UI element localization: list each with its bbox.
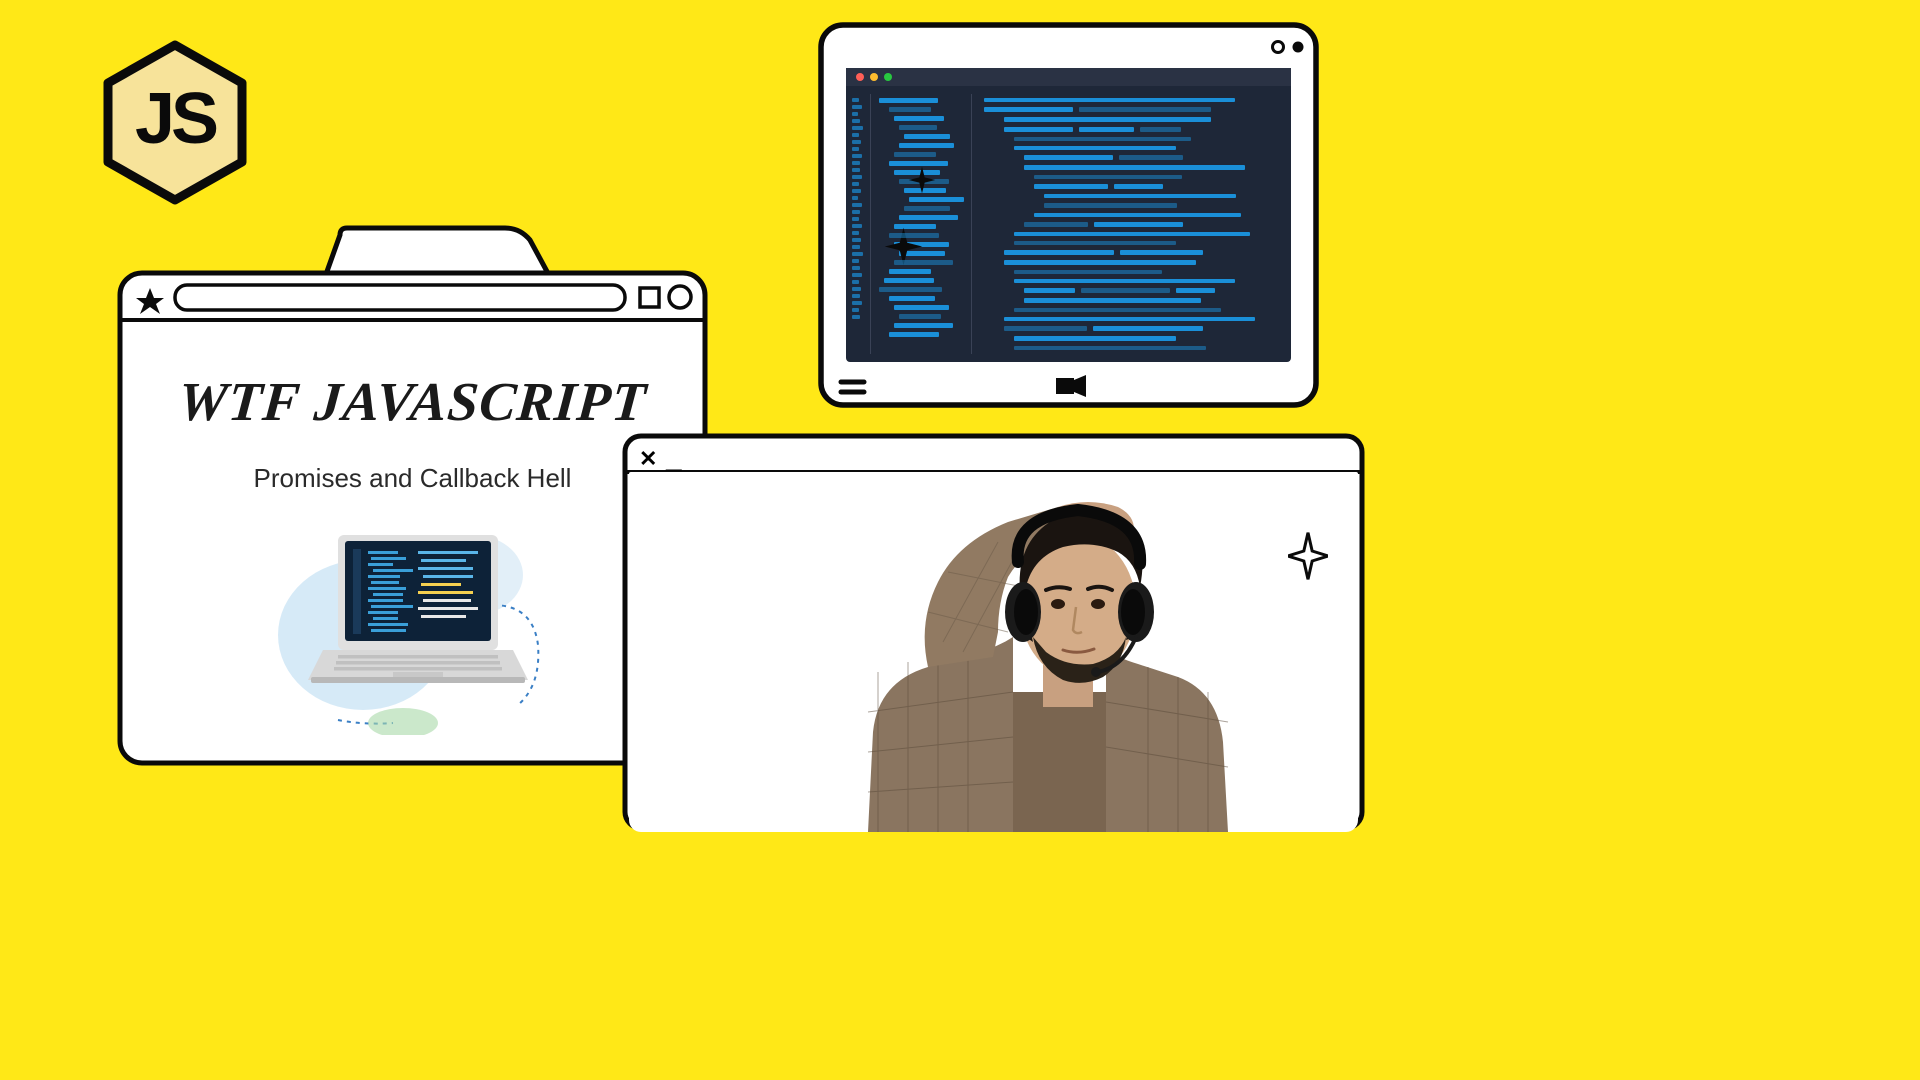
minimize-icon: _ [666,442,682,474]
subtitle: Promises and Callback Hell [145,463,680,494]
code-editor-screen [846,68,1291,362]
traffic-light-red [856,73,864,81]
traffic-light-green [884,73,892,81]
js-logo-text: JS [135,77,215,159]
traffic-light-yellow [870,73,878,81]
main-title: WTF JAVASCRIPT [142,370,683,433]
presenter-photo [798,492,1298,832]
js-logo: JS [100,40,255,210]
browser-window-person: ✕ _ [621,432,1366,832]
code-monitor-window [816,20,1321,410]
close-icon: ✕ [639,446,657,472]
laptop-illustration [263,505,563,735]
